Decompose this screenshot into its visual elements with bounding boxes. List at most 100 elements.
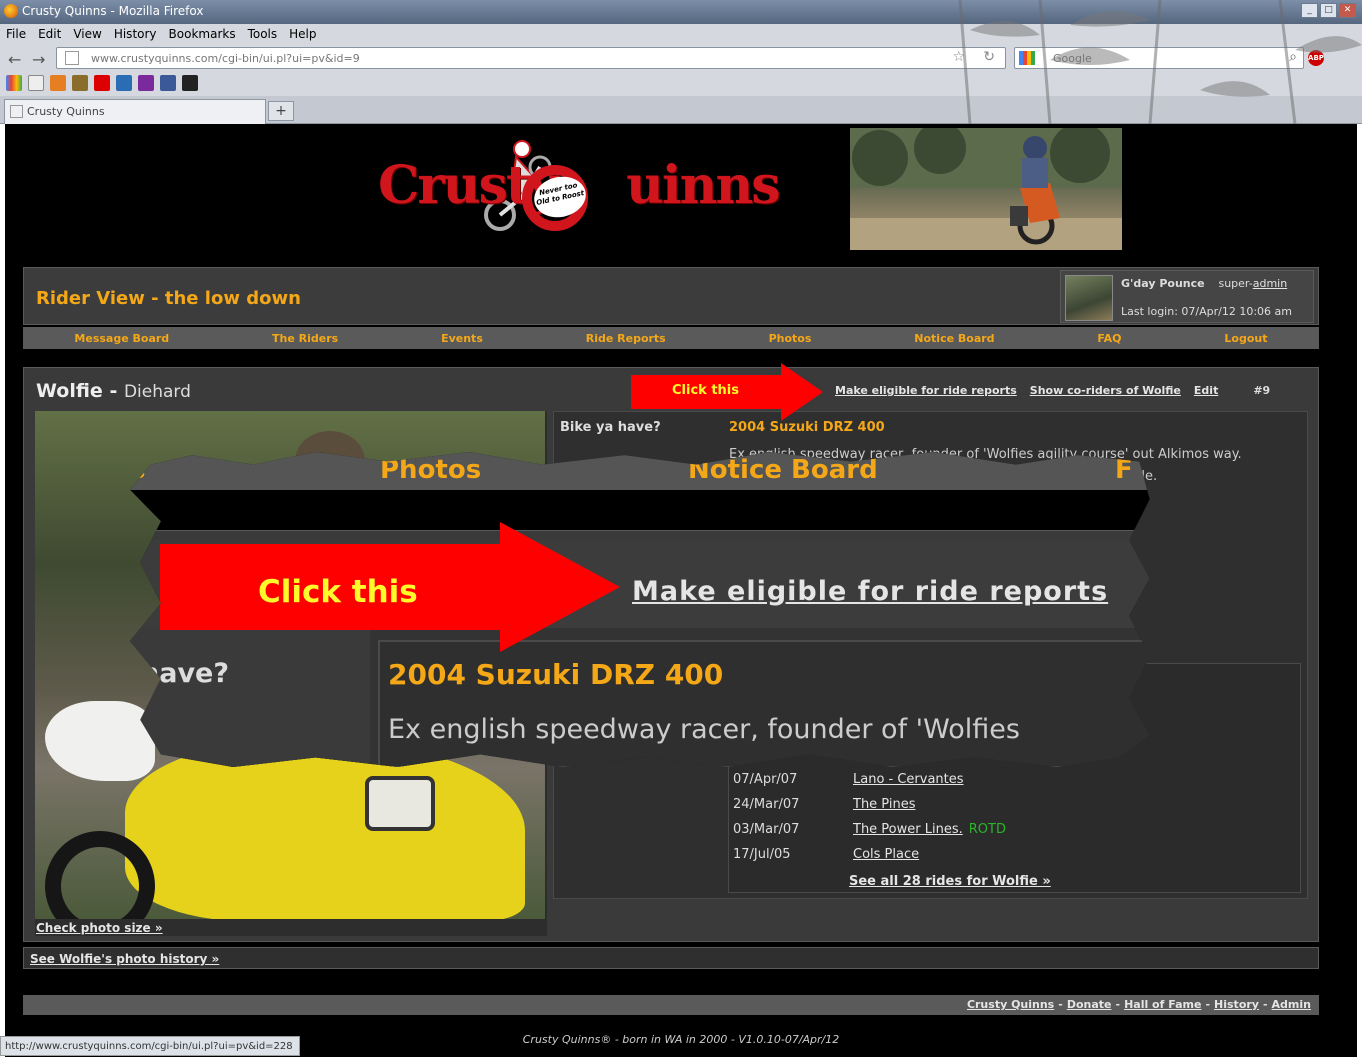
window-title: Crusty Quinns - Mozilla Firefox xyxy=(22,4,204,18)
ride-name-cell: The Pines xyxy=(853,797,916,812)
ride-link[interactable]: The Power Lines. xyxy=(853,822,963,837)
zoom-bio-text: Ex english speedway racer, founder of 'W… xyxy=(388,714,1020,745)
menu-bar: File Edit View History Bookmarks Tools H… xyxy=(0,24,1362,44)
search-icon[interactable]: ⌕ xyxy=(1289,49,1297,65)
forward-icon[interactable]: → xyxy=(32,50,45,69)
nav-events[interactable]: Events xyxy=(441,332,483,345)
photo-headlight-shape xyxy=(365,776,435,831)
nav-message-board[interactable]: Message Board xyxy=(74,332,169,345)
see-all-rides-link[interactable]: See all 28 rides for Wolfie » xyxy=(849,874,1051,889)
ride-date: 07/Apr/07 xyxy=(733,772,798,787)
rider-actions: Make eligible for ride reports Show co-r… xyxy=(835,384,1270,397)
ride-link[interactable]: The Pines xyxy=(853,797,916,812)
menu-view[interactable]: View xyxy=(73,27,101,41)
footer-hall-of-fame-link[interactable]: Hall of Fame xyxy=(1124,998,1201,1011)
photo-bike-body-shape xyxy=(125,741,525,919)
show-co-riders-link[interactable]: Show co-riders of Wolfie xyxy=(1030,384,1181,397)
youtube-icon[interactable] xyxy=(94,75,110,91)
menu-help[interactable]: Help xyxy=(289,27,316,41)
menu-history[interactable]: History xyxy=(114,27,157,41)
ride-link[interactable]: Lano - Cervantes xyxy=(853,772,964,787)
bike-label: Bike ya have? xyxy=(560,420,661,435)
search-input[interactable]: Google ⌕ xyxy=(1014,47,1304,69)
reload-icon[interactable]: ↻ xyxy=(983,49,995,65)
menu-file[interactable]: File xyxy=(6,27,26,41)
tab-crusty-quinns[interactable]: Crusty Quinns xyxy=(4,99,266,124)
zoomed-callout: s Photos Notice Board F Make eligible fo… xyxy=(130,452,1150,767)
status-bar-url: http://www.crustyquinns.com/cgi-bin/ui.p… xyxy=(0,1036,300,1056)
blank-bookmark-icon[interactable] xyxy=(28,75,44,91)
nav-photos[interactable]: Photos xyxy=(769,332,812,345)
footer-crusty-quinns-link[interactable]: Crusty Quinns xyxy=(967,998,1054,1011)
bio-line-2: ...le. xyxy=(1129,466,1299,488)
google-bookmark-icon[interactable] xyxy=(6,75,22,91)
tab-title: Crusty Quinns xyxy=(27,105,105,118)
rider-number: #9 xyxy=(1253,384,1271,397)
ride-date: 17/Jul/05 xyxy=(733,847,791,862)
edit-link[interactable]: Edit xyxy=(1194,384,1218,397)
motorbike-bookmark-icon[interactable] xyxy=(182,75,198,91)
close-button[interactable]: ✕ xyxy=(1339,3,1356,18)
greeting-text: G'day Pounce xyxy=(1121,277,1205,290)
greeting: G'day Pounce super-admin xyxy=(1121,277,1287,290)
last-login: Last login: 07/Apr/12 10:06 am xyxy=(1121,305,1292,318)
nav-logout[interactable]: Logout xyxy=(1224,332,1267,345)
site-identity-icon[interactable] xyxy=(65,51,79,65)
role-prefix: super- xyxy=(1218,277,1253,290)
back-icon[interactable]: ← xyxy=(8,50,21,69)
nav-faq[interactable]: FAQ xyxy=(1097,332,1121,345)
rotd-badge: ROTD xyxy=(968,822,1006,837)
footer-admin-link[interactable]: Admin xyxy=(1272,998,1311,1011)
header-rider-photo xyxy=(850,128,1122,250)
rider-rank: Diehard xyxy=(123,382,191,402)
window-controls: _ □ ✕ xyxy=(1301,3,1356,18)
menu-tools[interactable]: Tools xyxy=(248,27,278,41)
page-header-panel: Rider View - the low down G'day Pounce s… xyxy=(23,267,1319,325)
site-logo[interactable]: Crusty uinns Never too Old to Roost xyxy=(372,133,781,243)
navigation-toolbar: ← → www.crustyquinns.com/cgi-bin/ui.pl?u… xyxy=(0,44,1362,72)
footer-donate-link[interactable]: Donate xyxy=(1067,998,1112,1011)
zoom-make-eligible-link: Make eligible for ride reports xyxy=(632,576,1109,607)
ride-date: 03/Mar/07 xyxy=(733,822,800,837)
search-placeholder: Google xyxy=(1053,52,1092,65)
bookmark-icon[interactable] xyxy=(72,75,88,91)
make-eligible-link[interactable]: Make eligible for ride reports xyxy=(835,384,1017,397)
url-text: www.crustyquinns.com/cgi-bin/ui.pl?ui=pv… xyxy=(91,52,360,65)
photo-history-bar: See Wolfie's photo history » xyxy=(23,947,1319,969)
yahoo-icon[interactable] xyxy=(138,75,154,91)
big-arrow-label: Click this xyxy=(258,574,418,610)
adblock-icon[interactable]: ABP xyxy=(1308,50,1324,66)
rider-name: Wolfie xyxy=(36,380,103,402)
main-nav: Message Board The Riders Events Ride Rep… xyxy=(23,327,1319,349)
minimize-button[interactable]: _ xyxy=(1301,3,1318,18)
bookmark-star-icon[interactable]: ☆ xyxy=(952,49,965,65)
bookmark-icon[interactable] xyxy=(50,75,66,91)
tab-favicon-icon xyxy=(10,105,23,118)
bookmarks-toolbar xyxy=(0,72,1362,96)
photo-history-link[interactable]: See Wolfie's photo history » xyxy=(30,952,219,966)
nav-ride-reports[interactable]: Ride Reports xyxy=(586,332,666,345)
nav-the-riders[interactable]: The Riders xyxy=(272,332,338,345)
facebook-icon[interactable] xyxy=(160,75,176,91)
google-icon[interactable] xyxy=(1019,51,1035,65)
url-bar[interactable]: www.crustyquinns.com/cgi-bin/ui.pl?ui=pv… xyxy=(56,47,1006,69)
menu-bookmarks[interactable]: Bookmarks xyxy=(169,27,236,41)
rider-heading-separator: - xyxy=(102,380,124,402)
ride-name-cell: Lano - Cervantes xyxy=(853,772,964,787)
ride-link[interactable]: Cols Place xyxy=(853,847,919,862)
nav-notice-board[interactable]: Notice Board xyxy=(914,332,994,345)
admin-link[interactable]: admin xyxy=(1253,277,1287,290)
menu-edit[interactable]: Edit xyxy=(38,27,61,41)
bookmark-icon[interactable] xyxy=(116,75,132,91)
check-photo-size-link[interactable]: Check photo size » xyxy=(36,921,163,935)
new-tab-button[interactable]: + xyxy=(268,101,294,121)
maximize-button[interactable]: □ xyxy=(1320,3,1337,18)
footer-links-bar: Crusty Quinns - Donate - Hall of Fame - Histor… xyxy=(23,995,1319,1015)
firefox-icon xyxy=(4,4,18,18)
zoom-bike-value: 2004 Suzuki DRZ 400 xyxy=(388,658,724,691)
photo-fender-shape xyxy=(45,701,155,781)
avatar[interactable] xyxy=(1065,275,1113,321)
footer-history-link[interactable]: History xyxy=(1214,998,1259,1011)
small-arrow-label: Click this xyxy=(672,383,739,398)
ride-date: 24/Mar/07 xyxy=(733,797,800,812)
